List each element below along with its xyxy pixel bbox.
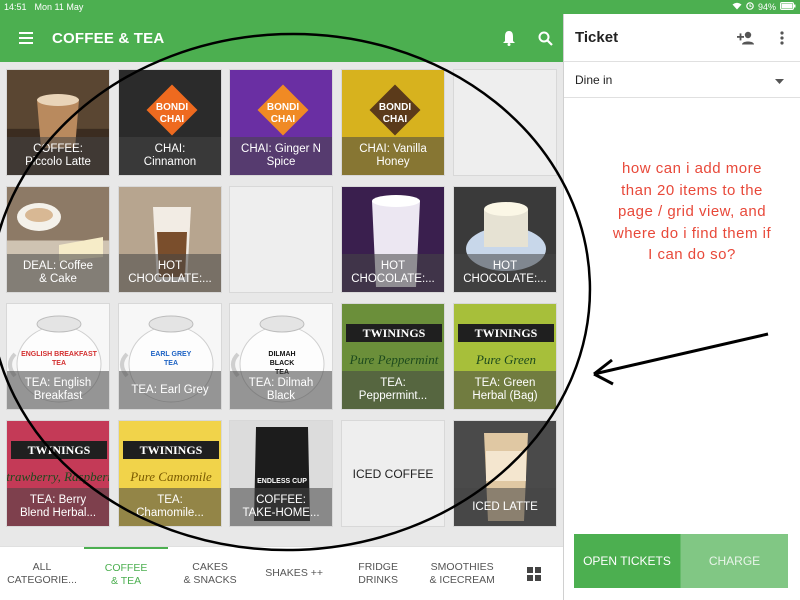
tab-coffee-tea[interactable]: COFFEE & TEA [84,547,169,600]
add-customer-icon[interactable] [728,14,764,62]
svg-text:TEA: TEA [52,360,66,367]
grid-item[interactable]: ENGLISH BREAKFAST TEA TEA: English Breakfa… [6,303,110,410]
svg-text:Pure Green: Pure Green [475,352,536,367]
item-label: TEA: Dilmah Black [230,371,332,409]
tab-cakes-snacks[interactable]: CAKES & SNACKS [168,547,252,600]
grid-item[interactable]: HOT CHOCOLATE:... [118,186,222,293]
grid-item[interactable]: EARL GREY TEA TEA: Earl Grey [118,303,222,410]
item-label: COFFEE: TAKE-HOME... [230,488,332,526]
item-label: TEA: English Breakfast [7,371,109,409]
item-label: ICED LATTE [454,488,556,526]
app-bar: COFFEE & TEA [0,14,563,62]
grid-item[interactable]: COFFEE: Piccolo Latte [6,69,110,176]
svg-text:CHAI: CHAI [383,114,408,125]
svg-text:BONDI: BONDI [156,102,188,113]
svg-text:Strawberry, Raspberry: Strawberry, Raspberry [7,469,110,484]
bell-icon[interactable] [491,14,527,62]
grid-item[interactable]: ICED LATTE [453,420,557,527]
tab-shakes[interactable]: SHAKES ++ [252,547,336,600]
svg-text:TEA: TEA [164,360,178,367]
grid-item[interactable]: TWININGS Pure Green TEA: Green Herbal (Bag… [453,303,557,410]
battery-icon [780,2,796,12]
open-tickets-button[interactable]: OPEN TICKETS [574,534,681,588]
item-label: TEA: Berry Blend Herbal... [7,488,109,526]
ticket-title: Ticket [575,29,619,46]
svg-text:EARL GREY: EARL GREY [151,351,192,358]
status-time: 14:51 [4,2,27,12]
ticket-header: Ticket [564,14,800,62]
item-label: ICED COFFEE [352,466,434,481]
grid-item[interactable]: TWININGS Pure Peppermint TEA: Peppermint..… [341,303,445,410]
wifi-icon [732,2,742,12]
item-label: TEA: Earl Grey [119,371,221,409]
item-label: HOT CHOCOLATE:... [454,254,556,292]
svg-text:DILMAH: DILMAH [268,351,295,358]
item-label: CHAI: Cinnamon [119,137,221,175]
annotation-arrow [593,332,769,386]
empty-grid-slot[interactable] [229,186,333,293]
grid-item[interactable]: TWININGS Strawberry, Raspberry TEA: Berry … [6,420,110,527]
grid-item[interactable]: HOT CHOCOLATE:... [341,186,445,293]
item-grid: COFFEE: Piccolo Latte BONDI CHAI CHAI: Cinn… [0,62,563,546]
dropdown-caret-icon [775,73,784,87]
svg-text:Pure Peppermint: Pure Peppermint [349,352,439,367]
panel-divider [563,14,564,600]
battery-percent: 94% [757,2,776,12]
svg-text:ENDLESS CUP: ENDLESS CUP [257,478,307,485]
svg-text:Pure Camomile: Pure Camomile [129,469,212,484]
item-label: CHAI: Ginger N Spice [230,137,332,175]
svg-text:TWININGS: TWININGS [363,326,426,340]
status-bar: 14:51 Mon 11 May 94% [0,0,800,14]
svg-text:CHAI: CHAI [271,114,296,125]
category-tabs: ALL CATEGORIE... COFFEE & TEA CAKES & SN… [0,546,563,600]
grid-item[interactable]: BONDI CHAI CHAI: Ginger N Spice [229,69,333,176]
item-label: HOT CHOCOLATE:... [342,254,444,292]
item-label: TEA: Chamomile... [119,488,221,526]
grid-item[interactable]: HOT CHOCOLATE:... [453,186,557,293]
svg-text:TWININGS: TWININGS [475,326,538,340]
more-options-icon[interactable] [764,14,800,62]
grid-item[interactable]: DILMAHBLACKTEATEA: Dilmah Black [229,303,333,410]
svg-text:BONDI: BONDI [379,102,411,113]
item-label: CHAI: Vanilla Honey [342,137,444,175]
item-label: TEA: Green Herbal (Bag) [454,371,556,409]
grid-item[interactable]: TWININGS Pure Camomile TEA: Chamomile... [118,420,222,527]
grid-item[interactable]: ENDLESS CUP COFFEE: TAKE-HOME... [229,420,333,527]
search-icon[interactable] [527,14,563,62]
grid-item[interactable]: DEAL: Coffee & Cake [6,186,110,293]
tab-fridge-drinks[interactable]: FRIDGE DRINKS [336,547,420,600]
item-label: HOT CHOCOLATE:... [119,254,221,292]
menu-icon[interactable] [0,14,52,62]
grid-item[interactable]: ICED COFFEE [341,420,445,527]
dining-option-value: Dine in [575,72,613,87]
svg-text:CHAI: CHAI [160,114,185,125]
alarm-icon [746,2,754,12]
item-label: TEA: Peppermint... [342,371,444,409]
status-date: Mon 11 May [34,2,84,12]
charge-button[interactable]: CHARGE [681,534,788,588]
item-label: COFFEE: Piccolo Latte [7,137,109,175]
tab-smoothies-icecream[interactable]: SMOOTHIES & ICECREAM [420,547,504,600]
grid-item[interactable]: BONDI CHAI CHAI: Cinnamon [118,69,222,176]
svg-text:BONDI: BONDI [267,102,299,113]
svg-text:TWININGS: TWININGS [28,443,91,457]
svg-text:ENGLISH BREAKFAST: ENGLISH BREAKFAST [21,351,98,358]
empty-grid-slot[interactable] [453,69,557,176]
svg-text:BLACK: BLACK [270,360,295,367]
svg-text:TWININGS: TWININGS [140,443,203,457]
grid-view-icon[interactable] [504,547,563,600]
item-label: DEAL: Coffee & Cake [7,254,109,292]
handwritten-annotation: how can i add more than 20 items to the … [612,160,772,263]
ticket-actions: OPEN TICKETS CHARGE [574,534,788,588]
dining-option-select[interactable]: Dine in [564,62,800,98]
page-title: COFFEE & TEA [52,29,165,47]
grid-item[interactable]: BONDI CHAI CHAI: Vanilla Honey [341,69,445,176]
tab-all-categories[interactable]: ALL CATEGORIE... [0,547,84,600]
